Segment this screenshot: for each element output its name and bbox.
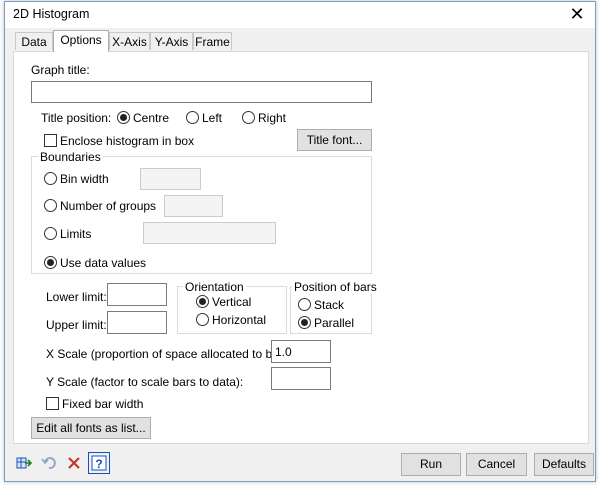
tab-options[interactable]: Options (53, 30, 109, 52)
bars-stack-radio[interactable] (298, 298, 311, 311)
orientation-vertical-label: Vertical (212, 295, 252, 309)
close-icon[interactable]: ✕ (559, 2, 595, 28)
position-of-bars-group-label: Position of bars (292, 280, 379, 294)
title-position-right-label: Right (258, 111, 287, 125)
title-position-centre-label: Centre (133, 111, 170, 125)
title-position-right-radio[interactable] (242, 111, 255, 124)
tab-data[interactable]: Data (15, 32, 53, 50)
bars-parallel-radio[interactable] (298, 316, 311, 329)
x-scale-input[interactable] (271, 340, 331, 363)
help-button[interactable]: ? (88, 452, 110, 474)
clear-x-icon (68, 457, 80, 469)
bin-width-input[interactable] (140, 168, 201, 190)
use-data-values-label: Use data values (60, 256, 147, 270)
run-button[interactable]: Run (401, 453, 461, 476)
tab-frame[interactable]: Frame (193, 32, 232, 50)
limits-label: Limits (60, 227, 92, 241)
title-position-left-radio[interactable] (186, 111, 199, 124)
title-position-left-label: Left (202, 111, 223, 125)
help-question-icon: ? (91, 455, 107, 471)
defaults-button[interactable]: Defaults (534, 453, 594, 476)
undo-button[interactable] (38, 452, 60, 474)
clear-button[interactable] (63, 452, 85, 474)
cancel-button[interactable]: Cancel (466, 453, 527, 476)
bin-width-radio[interactable] (44, 172, 57, 185)
send-to-spreadsheet-button[interactable] (13, 452, 35, 474)
orientation-horizontal-radio[interactable] (196, 313, 209, 326)
number-of-groups-radio[interactable] (44, 199, 57, 212)
orientation-vertical-radio[interactable] (196, 295, 209, 308)
y-scale-input[interactable] (271, 367, 331, 390)
title-bar: 2D Histogram ✕ (5, 2, 595, 28)
enclose-histogram-checkbox[interactable] (44, 134, 57, 147)
y-scale-label: Y Scale (factor to scale bars to data): (46, 375, 244, 389)
bars-parallel-label: Parallel (314, 316, 355, 330)
fixed-bar-width-label: Fixed bar width (62, 397, 144, 411)
options-panel: Graph title: Title position: Centre Left… (13, 51, 589, 444)
number-of-groups-label: Number of groups (60, 199, 157, 213)
send-to-spreadsheet-icon (16, 457, 32, 469)
title-font-button[interactable]: Title font... (297, 129, 372, 151)
x-scale-label: X Scale (proportion of space allocated t… (46, 347, 297, 361)
tab-x-axis[interactable]: X-Axis (109, 32, 150, 50)
orientation-group-label: Orientation (183, 280, 246, 294)
undo-icon (41, 457, 56, 469)
boundaries-group-label: Boundaries (38, 150, 103, 164)
title-position-label: Title position: (41, 111, 112, 125)
bars-stack-label: Stack (314, 298, 345, 312)
limits-input[interactable] (143, 222, 276, 244)
edit-all-fonts-button[interactable]: Edit all fonts as list... (31, 417, 151, 439)
svg-text:?: ? (95, 457, 102, 471)
lower-limit-label: Lower limit: (46, 290, 107, 304)
orientation-horizontal-label: Horizontal (212, 313, 267, 327)
bin-width-label: Bin width (60, 172, 109, 186)
lower-limit-input[interactable] (107, 283, 167, 306)
graph-title-label: Graph title: (31, 63, 90, 77)
graph-title-input[interactable] (31, 81, 372, 103)
upper-limit-label: Upper limit: (46, 318, 107, 332)
use-data-values-radio[interactable] (44, 256, 57, 269)
window-title: 2D Histogram (13, 7, 90, 21)
enclose-histogram-label: Enclose histogram in box (60, 134, 195, 148)
dialog-window: 2D Histogram ✕ Data Options X-Axis Y-Axi… (4, 1, 596, 482)
tab-y-axis[interactable]: Y-Axis (150, 32, 193, 50)
upper-limit-input[interactable] (107, 311, 167, 334)
fixed-bar-width-checkbox[interactable] (46, 397, 59, 410)
limits-radio[interactable] (44, 227, 57, 240)
title-position-centre-radio[interactable] (117, 111, 130, 124)
number-of-groups-input[interactable] (164, 195, 223, 217)
